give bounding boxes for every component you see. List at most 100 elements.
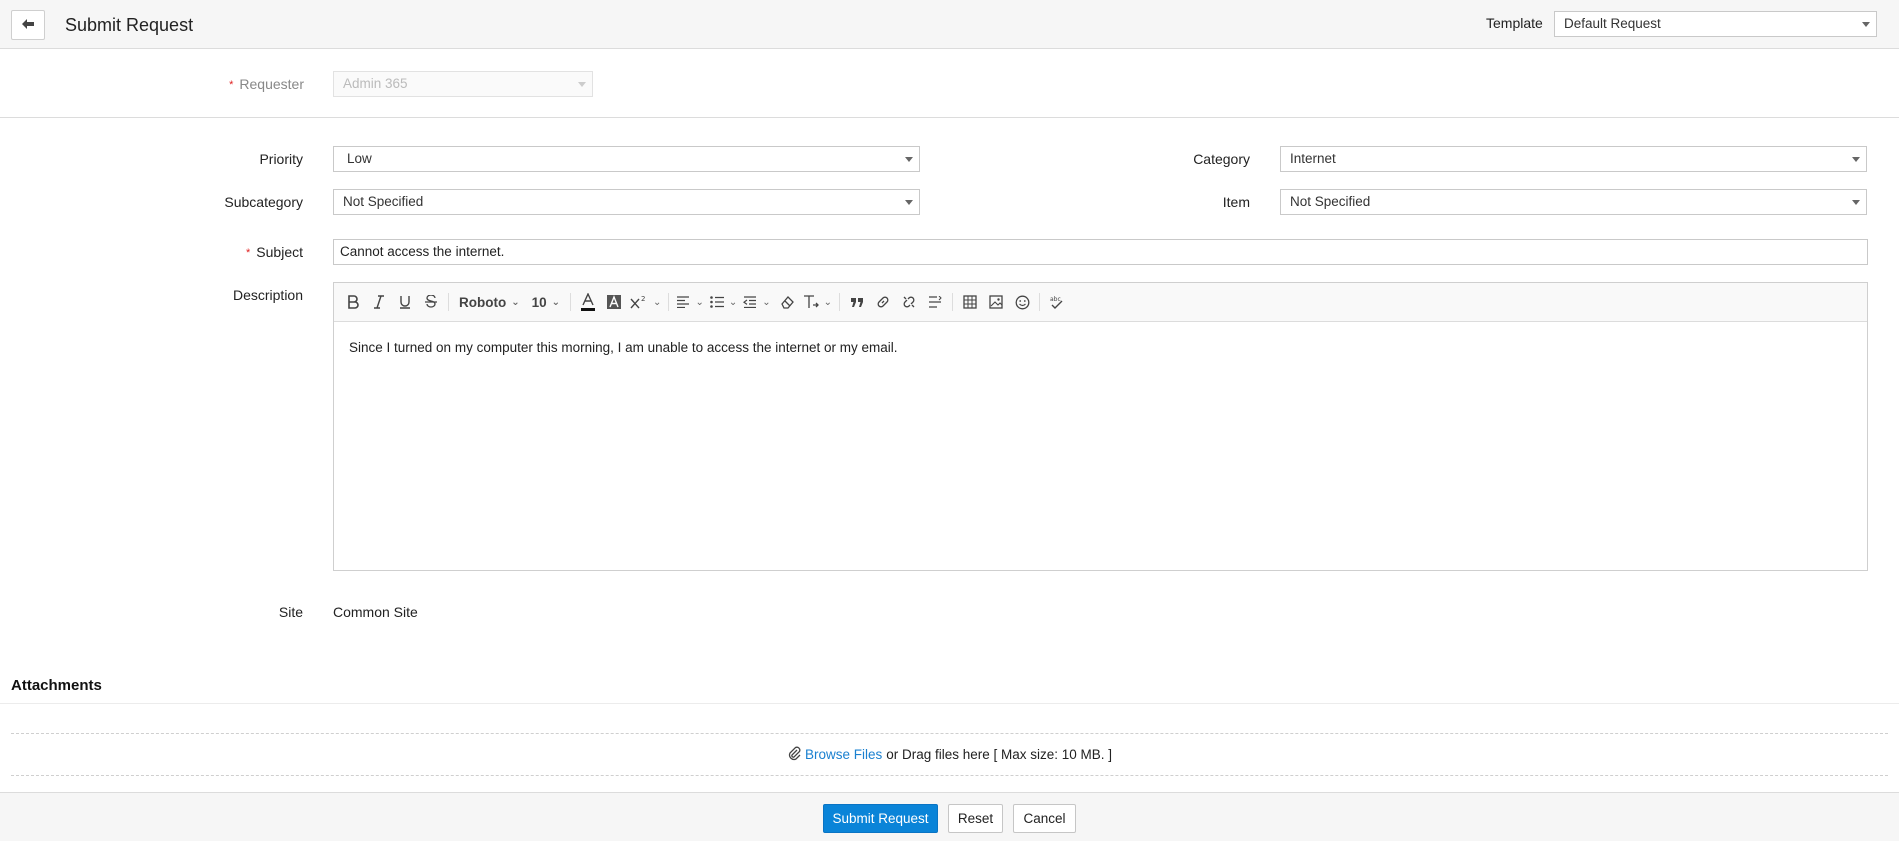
requester-label: * Requester — [229, 76, 304, 92]
subject-label: * Subject — [246, 244, 303, 260]
font-size-value: 10 — [531, 294, 547, 310]
browse-files-link[interactable]: Browse Files — [805, 747, 882, 762]
description-text[interactable]: Since I turned on my computer this morni… — [334, 322, 1867, 373]
category-select[interactable]: Internet — [1280, 146, 1867, 172]
chevron-down-icon — [578, 82, 586, 87]
attachments-divider — [0, 703, 1899, 704]
quote-icon — [850, 296, 864, 308]
indent-button[interactable]: ⌄ — [740, 289, 773, 315]
text-direction-button[interactable]: ⌄ — [800, 289, 835, 315]
chevron-down-icon: ⌄ — [695, 296, 704, 308]
item-label: Item — [1222, 194, 1250, 210]
align-button[interactable]: ⌄ — [673, 289, 706, 315]
footer-bar: Submit Request Reset Cancel — [0, 792, 1899, 841]
chevron-down-icon: ⌄ — [653, 296, 662, 308]
table-icon — [963, 295, 977, 309]
site-label: Site — [278, 604, 303, 620]
chevron-down-icon: ⌄ — [728, 296, 738, 308]
priority-select[interactable]: Low — [333, 146, 920, 172]
superscript-button[interactable]: 2 ⌄ — [627, 289, 664, 315]
back-button[interactable] — [11, 10, 45, 40]
category-label: Category — [1193, 151, 1250, 167]
item-value: Not Specified — [1290, 194, 1371, 209]
horizontal-rule-button[interactable] — [922, 289, 948, 315]
eraser-icon — [780, 295, 794, 309]
chevron-down-icon — [1852, 200, 1860, 205]
editor-toolbar: Roboto ⌄ 10 ⌄ 2 ⌄ ⌄ ⌄ ⌄ ⌄ abc — [334, 283, 1867, 322]
background-color-button[interactable] — [601, 289, 627, 315]
chevron-down-icon — [1852, 157, 1860, 162]
indent-icon — [743, 296, 757, 308]
template-select[interactable]: Default Request — [1554, 11, 1877, 37]
italic-button[interactable] — [366, 289, 392, 315]
text-format-icon — [803, 295, 819, 309]
template-select-value: Default Request — [1564, 16, 1661, 31]
font-size-select[interactable]: 10 ⌄ — [526, 289, 566, 315]
subcategory-label: Subcategory — [224, 194, 303, 210]
spellcheck-icon: abc — [1049, 295, 1065, 309]
template-label: Template — [1486, 15, 1543, 31]
strikethrough-icon — [424, 295, 438, 309]
item-select[interactable]: Not Specified — [1280, 189, 1867, 215]
required-asterisk: * — [246, 247, 251, 259]
cancel-button[interactable]: Cancel — [1013, 804, 1076, 833]
clear-format-button[interactable] — [774, 289, 800, 315]
category-value: Internet — [1290, 151, 1336, 166]
strikethrough-button[interactable] — [418, 289, 444, 315]
bold-button[interactable] — [340, 289, 366, 315]
insert-image-button[interactable] — [983, 289, 1009, 315]
font-family-value: Roboto — [459, 294, 507, 310]
insert-table-button[interactable] — [957, 289, 983, 315]
subject-input[interactable]: Cannot access the internet. — [333, 239, 1868, 265]
superscript-icon: 2 — [630, 295, 648, 309]
subcategory-select[interactable]: Not Specified — [333, 189, 920, 215]
underline-button[interactable] — [392, 289, 418, 315]
requester-select: Admin 365 — [333, 71, 593, 97]
submit-request-button[interactable]: Submit Request — [823, 804, 938, 833]
underline-icon — [398, 295, 412, 309]
text-color-button[interactable] — [575, 289, 601, 315]
insert-link-button[interactable] — [870, 289, 896, 315]
chevron-down-icon: ⌄ — [823, 296, 832, 308]
chevron-down-icon: ⌄ — [762, 296, 771, 308]
chevron-down-icon: ⌄ — [511, 296, 520, 308]
toolbar-separator — [952, 293, 953, 311]
chevron-down-icon — [1862, 22, 1870, 27]
drag-files-text: or Drag files here [ Max size: 10 MB. ] — [886, 747, 1113, 762]
italic-icon — [372, 295, 386, 309]
site-value: Common Site — [333, 604, 418, 620]
chevron-down-icon: ⌄ — [551, 296, 561, 308]
requester-value: Admin 365 — [343, 76, 408, 91]
priority-value: Low — [347, 151, 372, 166]
toolbar-separator — [448, 293, 449, 311]
priority-label: Priority — [259, 151, 303, 167]
chevron-down-icon — [905, 200, 913, 205]
horizontal-rule-icon — [928, 296, 942, 308]
svg-text:2: 2 — [641, 295, 645, 303]
toolbar-separator — [839, 293, 840, 311]
insert-emoji-button[interactable] — [1009, 289, 1035, 315]
arrow-left-icon — [21, 17, 35, 33]
remove-link-button[interactable] — [896, 289, 922, 315]
bold-icon — [346, 295, 360, 309]
smiley-icon — [1015, 295, 1030, 310]
svg-text:abc: abc — [1050, 296, 1061, 303]
list-button[interactable]: ⌄ — [707, 289, 740, 315]
chevron-down-icon — [905, 157, 913, 162]
blockquote-button[interactable] — [844, 289, 870, 315]
highlight-icon — [606, 294, 622, 310]
reset-button[interactable]: Reset — [948, 804, 1003, 833]
description-editor[interactable]: Roboto ⌄ 10 ⌄ 2 ⌄ ⌄ ⌄ ⌄ ⌄ abc Since I tu… — [333, 282, 1868, 571]
description-label: Description — [232, 287, 303, 303]
spellcheck-button[interactable]: abc — [1044, 289, 1070, 315]
toolbar-separator — [570, 293, 572, 311]
attachments-heading: Attachments — [11, 677, 102, 694]
file-drop-zone[interactable]: Browse Files or Drag files here [ Max si… — [11, 733, 1888, 776]
font-family-select[interactable]: Roboto ⌄ — [453, 289, 526, 315]
image-icon — [989, 295, 1003, 309]
subcategory-value: Not Specified — [343, 194, 424, 209]
bullet-list-icon — [710, 296, 724, 308]
link-icon — [876, 295, 890, 309]
toolbar-separator — [1039, 293, 1040, 311]
header-bar: Submit Request Template Default Request — [0, 0, 1899, 49]
